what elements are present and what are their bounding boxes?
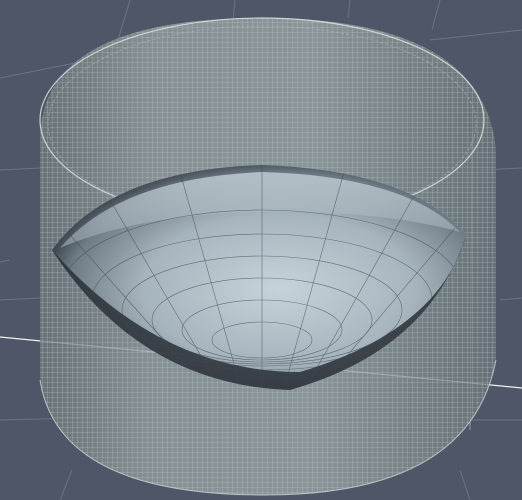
scene-svg[interactable]	[0, 0, 522, 500]
3d-viewport[interactable]	[0, 0, 522, 500]
